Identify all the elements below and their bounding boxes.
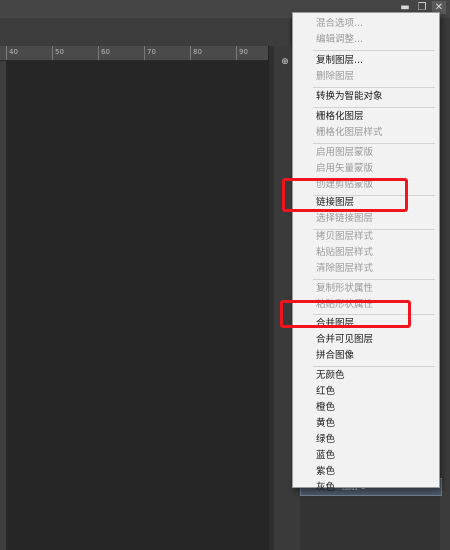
ruler-tick: 80	[190, 46, 202, 60]
menu-item-paste-layer-style: 粘贴图层样式	[316, 247, 374, 258]
menu-item-red[interactable]: 红色	[316, 384, 335, 400]
menu-separator	[313, 314, 435, 315]
ruler-tick: 70	[144, 46, 156, 60]
ruler-tick: 90	[236, 46, 248, 60]
panel-toggle-icon[interactable]: ⊕	[278, 56, 292, 68]
menu-item-delete-layer: 删除图层	[316, 71, 355, 82]
menu-item-merge-visible[interactable]: 合并可见图层	[316, 332, 373, 348]
menu-item-copy-shape-attributes: 复制形状属性	[316, 283, 374, 294]
menu-item-orange[interactable]: 橙色	[316, 400, 335, 416]
menu-item-enable-vector-mask: 启用矢量蒙版	[316, 163, 374, 174]
menu-separator	[313, 50, 435, 51]
menu-item-duplicate-layer[interactable]: 复制图层...	[316, 53, 363, 69]
ruler-tick: 40	[6, 46, 18, 60]
document-tab-strip	[0, 18, 290, 46]
layers-panel-footer	[300, 496, 440, 550]
menu-item-violet[interactable]: 紫色	[316, 464, 335, 480]
menu-item-green[interactable]: 绿色	[316, 432, 335, 448]
menu-item-paste-shape-attributes: 粘贴形状属性	[316, 299, 374, 310]
menu-item-create-clipping-mask: 创建剪贴蒙版	[316, 179, 374, 190]
menu-gutter	[293, 13, 311, 487]
menu-item-rasterize-layer-style: 栅格化图层样式	[316, 127, 383, 138]
menu-item-gray[interactable]: 灰色	[316, 480, 335, 496]
menu-item-rasterize-layer[interactable]: 栅格化图层	[316, 109, 364, 125]
menu-item-blending-options: 混合选项...	[316, 18, 364, 29]
menu-item-flatten-image[interactable]: 拼合图像	[316, 348, 354, 364]
menu-item-yellow[interactable]: 黄色	[316, 416, 335, 432]
menu-separator	[313, 279, 435, 280]
menu-item-no-color[interactable]: 无颜色	[316, 368, 345, 384]
ruler-tick: 50	[52, 46, 64, 60]
menu-item-select-linked-layers: 选择链接图层	[316, 213, 374, 224]
horizontal-ruler: 40 50 60 70 80 90	[0, 46, 268, 61]
menu-item-enable-layer-mask: 启用图层蒙版	[316, 147, 374, 158]
layer-context-menu: 混合选项... 编辑调整... 复制图层... 删除图层 转换为智能对象 栅格化…	[292, 12, 440, 493]
ruler-tick: 60	[98, 46, 110, 60]
menu-separator	[313, 366, 435, 367]
menu-item-merge-layers[interactable]: 合并图层	[316, 316, 354, 332]
menu-item-link-layers[interactable]: 链接图层	[316, 195, 354, 211]
document-canvas[interactable]	[6, 61, 268, 550]
menu-item-clear-layer-style: 清除图层样式	[316, 263, 374, 274]
menu-item-convert-smart-object[interactable]: 转换为智能对象	[316, 89, 383, 105]
menu-separator	[313, 107, 435, 108]
menu-item-edit-adjustment: 编辑调整...	[316, 34, 364, 45]
menu-item-blue[interactable]: 蓝色	[316, 448, 335, 464]
menu-separator	[313, 87, 435, 88]
menu-item-copy-layer-style: 拷贝图层样式	[316, 231, 374, 242]
menu-separator	[313, 143, 435, 144]
